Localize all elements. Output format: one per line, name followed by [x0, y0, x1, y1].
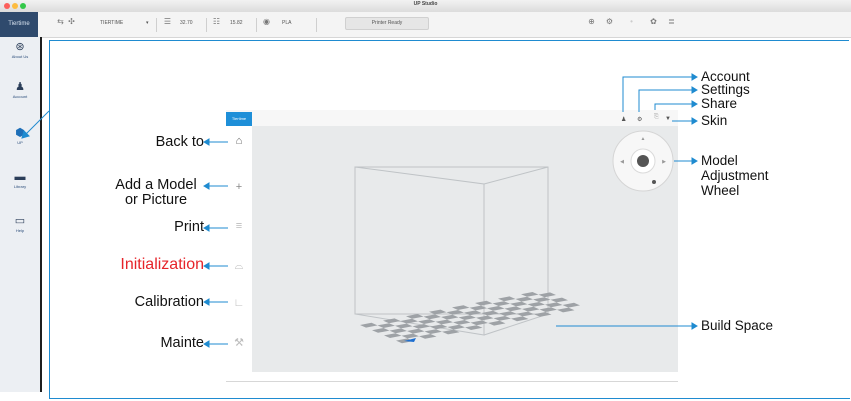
svg-text:▲: ▲ [641, 136, 646, 142]
annotation-wheel: Model Adjustment Wheel [701, 153, 769, 198]
build-plate-tile [557, 307, 575, 313]
build-plate-tile [452, 305, 470, 310]
build-plate-tile [511, 316, 529, 322]
build-plate-tile [407, 328, 425, 334]
svg-text:◀: ◀ [620, 159, 624, 165]
build-plate-tile [453, 320, 471, 325]
build-plate-tile [441, 314, 459, 320]
build-plate-tile [516, 311, 534, 317]
build-plate-tile [412, 324, 430, 329]
build-plate-tile [395, 323, 413, 329]
annotation-skin: Skin [701, 113, 728, 128]
annotation-add-model: Add a Model or Picture [100, 178, 212, 208]
build-plate-tile [447, 324, 465, 330]
build-plate-tile [360, 322, 378, 328]
build-plate-tile [418, 319, 436, 324]
build-plate-tile [488, 320, 506, 326]
annotation-add-model-line1: Add a Model [115, 177, 197, 193]
build-plate-tile [492, 301, 510, 306]
build-plate-tile [521, 292, 539, 297]
annotation-mainte: Mainte [160, 335, 204, 351]
build-volume-left-face [354, 166, 485, 336]
build-plate-tile [400, 318, 418, 324]
build-plate-tile [406, 314, 424, 319]
build-plate-tile [377, 323, 395, 328]
build-plate-tile [465, 325, 483, 330]
build-volume-wireframe [354, 166, 549, 336]
build-plate-tile [424, 329, 442, 334]
build-plate-tile [423, 314, 441, 320]
annotation-build-space: Build Space [701, 318, 774, 333]
build-plate-tile [435, 319, 453, 325]
build-plate-tile [476, 315, 494, 321]
build-plate-checkerboard [360, 292, 580, 344]
build-plate-tile [504, 306, 522, 312]
annotation-back-to: Back to [155, 134, 204, 150]
build-plate-tile [401, 333, 419, 339]
annotation-initialization: Initialization [120, 256, 204, 273]
build-volume-edge [483, 166, 549, 185]
build-plate-tile [372, 328, 390, 333]
build-plate-tile [498, 296, 516, 302]
annotation-print: Print [174, 219, 204, 235]
build-plate-tile [539, 307, 557, 312]
build-plate-tile [493, 316, 511, 321]
build-plate-tile [475, 300, 493, 306]
annotation-wheel-line2: Adjustment [701, 168, 769, 183]
build-plate-tile [499, 311, 517, 316]
build-plate-tile [515, 296, 533, 302]
build-plate-tile [522, 306, 540, 312]
svg-text:▶: ▶ [662, 159, 666, 165]
build-plate-tile [419, 334, 437, 339]
build-plate-tile [550, 297, 568, 303]
build-plate-tile [470, 320, 488, 326]
annotation-add-model-line2: or Picture [124, 192, 188, 208]
build-volume-back [354, 166, 549, 315]
build-plate-tile [534, 312, 552, 317]
annotation-calibration: Calibration [134, 294, 204, 310]
annotation-settings: Settings [701, 82, 750, 97]
build-plate-tile [458, 315, 476, 320]
build-plate-tile [389, 328, 407, 334]
build-plate-tile [538, 292, 556, 298]
build-plate-tile [384, 333, 402, 338]
build-plate-tile [510, 301, 528, 307]
model-adjustment-wheel[interactable]: ▲ ◀ ▶ [612, 130, 674, 192]
annotation-wheel-line3: Wheel [701, 183, 740, 198]
annotation-wheel-line1: Model [701, 153, 738, 168]
annotation-share: Share [701, 96, 738, 111]
build-plate-tile [487, 306, 505, 311]
build-plate-tile [562, 302, 580, 308]
build-plate-tile [527, 302, 545, 307]
